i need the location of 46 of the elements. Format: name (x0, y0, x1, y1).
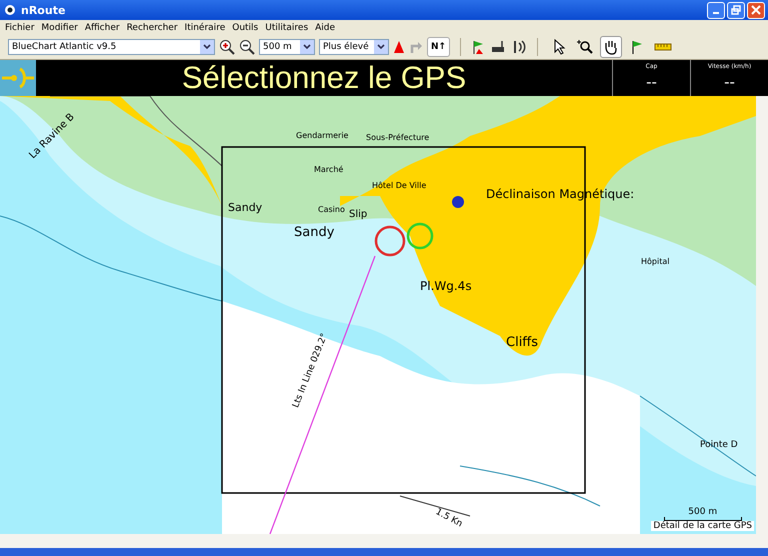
zoom-icon (577, 39, 594, 55)
menu-item[interactable]: Utilitaires (262, 22, 312, 32)
status-title: Sélectionnez le GPS (180, 60, 468, 96)
map-label: Cliffs (506, 336, 538, 349)
chart-dropdown[interactable]: BlueChart Atlantic v9.5 (8, 39, 215, 55)
restore-icon (731, 5, 741, 15)
window-title: nRoute (21, 4, 66, 16)
map-caption: Détail de la carte GPS (651, 521, 754, 531)
menu-item[interactable]: Outils (229, 22, 262, 32)
map-label: Marché (314, 166, 344, 174)
close-icon (751, 5, 761, 15)
north-up-button[interactable]: N↑ (427, 37, 450, 57)
map-label: Sous-Préfecture (366, 134, 430, 142)
hand-tool-button[interactable] (600, 36, 622, 58)
triangle-icon[interactable] (393, 40, 405, 54)
map-label: Casino (318, 206, 345, 214)
menu-item[interactable]: Afficher (82, 22, 123, 32)
zoom-in-icon[interactable] (219, 39, 235, 55)
instrument-value: -- (646, 73, 657, 91)
app-icon (4, 4, 16, 16)
menu-item[interactable]: Fichier (2, 22, 38, 32)
menu-item[interactable]: Aide (312, 22, 338, 32)
map-label: Gendarmerie (296, 132, 348, 140)
menu-item[interactable]: Rechercher (124, 22, 181, 32)
vertical-scrollbar[interactable] (756, 96, 768, 534)
scale-dropdown[interactable]: 500 m (259, 39, 315, 55)
detail-dropdown[interactable]: Plus élevé (319, 39, 389, 55)
instrument-value: -- (724, 73, 735, 91)
scale-label: 500 m (688, 507, 718, 517)
gps-connector-icon (0, 60, 36, 96)
menu-item[interactable]: Modifier (38, 22, 81, 32)
map-label: Slip (349, 210, 368, 220)
map-label: Sandy (228, 202, 262, 213)
map-label: 1.5 Kn (434, 508, 464, 530)
minimize-icon (713, 12, 719, 14)
close-button[interactable] (747, 2, 765, 18)
menu-item[interactable]: Itinéraire (182, 22, 228, 32)
hand-icon (603, 39, 620, 55)
restore-button[interactable] (727, 2, 745, 18)
zoom-out-icon[interactable] (239, 39, 255, 55)
map-label: Sandy (294, 226, 334, 239)
map-label: Lts In Line 029.2° (292, 332, 330, 410)
minimize-button[interactable] (707, 2, 725, 18)
horizontal-scrollbar[interactable] (0, 534, 768, 548)
signal-icon[interactable] (511, 39, 528, 55)
map-label: Hôpital (641, 258, 670, 266)
